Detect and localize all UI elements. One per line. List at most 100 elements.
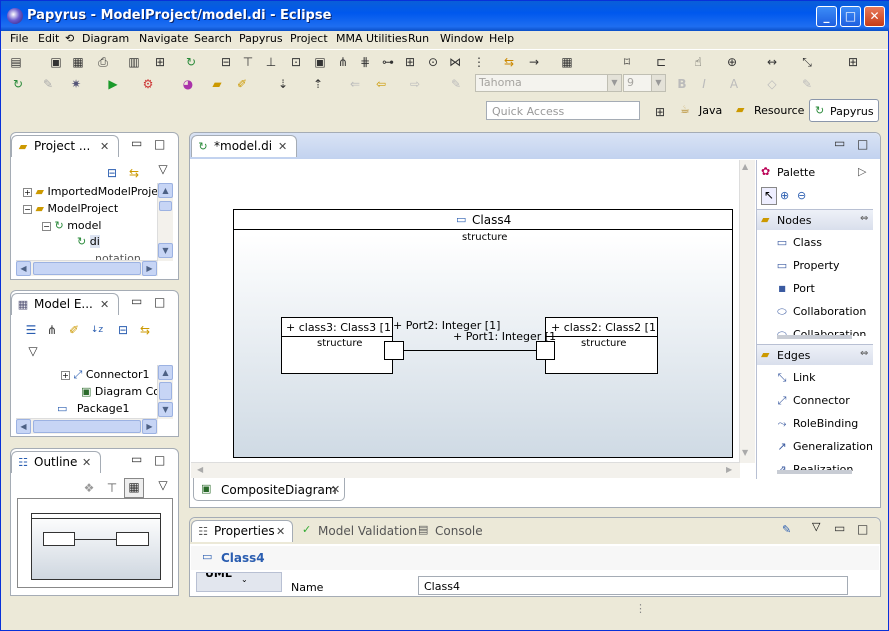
menu-edit[interactable]: Edit [38,32,59,45]
scroll-right-icon[interactable]: ▶ [142,419,157,434]
tree-item[interactable]: + ⤢ Connector1 [61,368,150,382]
filter-icon[interactable]: ⇆ [501,54,517,70]
class2-part[interactable]: + class2: Class2 [1 structure [545,317,658,374]
palette-item-generalization[interactable]: ↗ Generalization [757,436,873,458]
horizontal-scrollbar[interactable]: ◀ ▶ [16,260,158,276]
fill-color-icon[interactable]: ◇ [764,76,780,92]
edit-icon[interactable]: ✎ [448,76,464,92]
pencil-icon[interactable]: ✎ [40,76,56,92]
group-icon[interactable]: ⊥ [263,54,279,70]
scroll-thumb[interactable] [159,382,172,400]
close-icon[interactable]: ✕ [278,140,287,153]
palette-scroll-indicator[interactable] [777,335,852,339]
collapse-icon[interactable]: − [42,222,51,231]
palette-item-class[interactable]: ▭ Class [757,232,872,254]
view-menu-icon[interactable]: ▽ [155,477,171,493]
outline-overview[interactable] [17,498,173,588]
close-icon[interactable]: ✕ [331,483,340,496]
align-icon[interactable]: ⊟ [218,54,234,70]
menu-file[interactable]: File [10,32,28,45]
scroll-thumb[interactable] [33,420,141,433]
select-icon[interactable]: ☝ [690,54,706,70]
tab-model-explorer[interactable]: ▦ Model E... ✕ [11,293,119,315]
canvas-vertical-scrollbar[interactable]: ▲ ▼ [739,160,755,463]
scroll-thumb[interactable] [159,201,172,211]
perspective-papyrus[interactable]: ↻ Papyrus [809,99,879,122]
scroll-thumb[interactable] [33,262,141,275]
zoom-out-icon[interactable]: ⊖ [797,189,806,202]
outline-overview-icon[interactable]: ▦ [124,478,144,498]
sort-az-icon[interactable]: ↓z [89,322,105,338]
hierarchy-icon[interactable]: ⋔ [335,54,351,70]
scroll-left-icon[interactable]: ◀ [16,419,31,434]
arrange-icon[interactable]: ⤡ [799,54,815,70]
zoom-in-icon[interactable]: ⊕ [780,189,789,202]
tree-item[interactable]: ↻ di [77,235,100,248]
uml-side-tab[interactable]: UML ⌄ [196,572,282,592]
save-icon[interactable]: ▣ [48,54,64,70]
tree-item[interactable]: notation [81,252,141,260]
palette-icon[interactable]: ◕ [180,76,196,92]
perspective-resource[interactable]: Resource [754,104,804,117]
palette-edges-drawer[interactable]: ▰ Edges ⇔ [757,344,873,365]
bold-icon[interactable]: B [674,76,690,92]
vertical-scrollbar[interactable]: ▲ ▼ [157,183,173,261]
minimize-view-icon[interactable]: ▭ [131,294,142,308]
hierarchy-filter-icon[interactable]: ⋔ [44,322,60,338]
collapse-all-icon[interactable]: ⊟ [115,322,131,338]
customize-icon[interactable]: ✐ [66,322,82,338]
view-menu-icon[interactable]: ▽ [25,343,41,359]
scroll-up-icon[interactable]: ▲ [158,183,173,198]
name-field[interactable]: Class4 [418,576,848,595]
deploy-icon[interactable]: ⊶ [380,54,396,70]
class3-part[interactable]: + class3: Class3 [1 structure [281,317,393,374]
collapse-all-icon[interactable]: ⊟ [104,165,120,181]
scroll-up-icon[interactable]: ▲ [158,365,173,380]
pin-view-icon[interactable]: ✎ [782,523,791,536]
minimize-editor-icon[interactable]: ▭ [834,136,845,150]
palette-item-connector[interactable]: ⤢ Connector [757,390,872,412]
menu-help[interactable]: Help [489,32,514,45]
connector-style-icon[interactable]: ⊏ [653,54,669,70]
maximize-button[interactable]: □ [840,6,861,27]
binary-icon[interactable]: ▥ [126,54,142,70]
zoom-fit-icon[interactable]: ⊕ [724,54,740,70]
papyrus-icon[interactable]: ↻ [10,76,26,92]
tree-item[interactable]: ▭ Package1 [57,402,130,415]
scroll-right-icon[interactable]: ▶ [726,465,732,474]
components-icon[interactable]: ⋕ [357,54,373,70]
link-editor-icon[interactable]: ⇆ [137,322,153,338]
run-icon[interactable]: ▶ [105,76,121,92]
minimize-view-icon[interactable]: ▭ [834,521,845,535]
package-icon[interactable]: ⊞ [402,54,418,70]
print-icon[interactable]: ⎙ [95,54,111,70]
menu-mma-utilities[interactable]: MMA Utilities [336,32,407,45]
back-icon[interactable]: ⇐ [347,76,363,92]
collapse-icon[interactable]: − [23,205,32,214]
font-name-combo[interactable]: Tahoma ▼ [475,74,622,92]
scroll-right-icon[interactable]: ▶ [142,261,157,276]
tree-item[interactable]: ▣ Diagram Co [81,385,160,398]
port2-square[interactable] [384,341,404,360]
link-editor-icon[interactable]: ⇆ [126,165,142,181]
maximize-view-icon[interactable]: □ [154,137,165,151]
view-menu-icon[interactable]: ▽ [155,161,171,177]
palette-item-collaboration[interactable]: ⬭ Collaboration [757,301,872,323]
close-button[interactable]: ✕ [864,6,885,27]
tree-view-icon[interactable]: ☰ [23,322,39,338]
debug-icon[interactable]: ✷ [68,76,84,92]
menu-papyrus[interactable]: Papyrus [239,32,283,45]
grid-icon[interactable]: ⊞ [845,54,861,70]
font-size-combo[interactable]: 9 ▼ [623,74,666,92]
composite-icon[interactable]: ▣ [312,54,328,70]
menu-diagram[interactable]: Diagram [82,32,129,45]
prev-annotation-icon[interactable]: ⇡ [310,76,326,92]
diagram-canvas[interactable]: ▭ Class4 structure + class3: Class3 [1 s… [191,160,741,465]
distribute-icon[interactable]: ↔ [764,54,780,70]
back-history-icon[interactable]: ⇦ [373,76,389,92]
outline-thumbnail-icon[interactable]: ❖ [81,480,97,496]
pin-icon[interactable]: ⇔ [860,348,868,359]
outline-tree-icon[interactable]: ⊤ [104,480,120,496]
menu-run[interactable]: Run [408,32,429,45]
palette-item-port[interactable]: ■ Port [757,278,872,300]
